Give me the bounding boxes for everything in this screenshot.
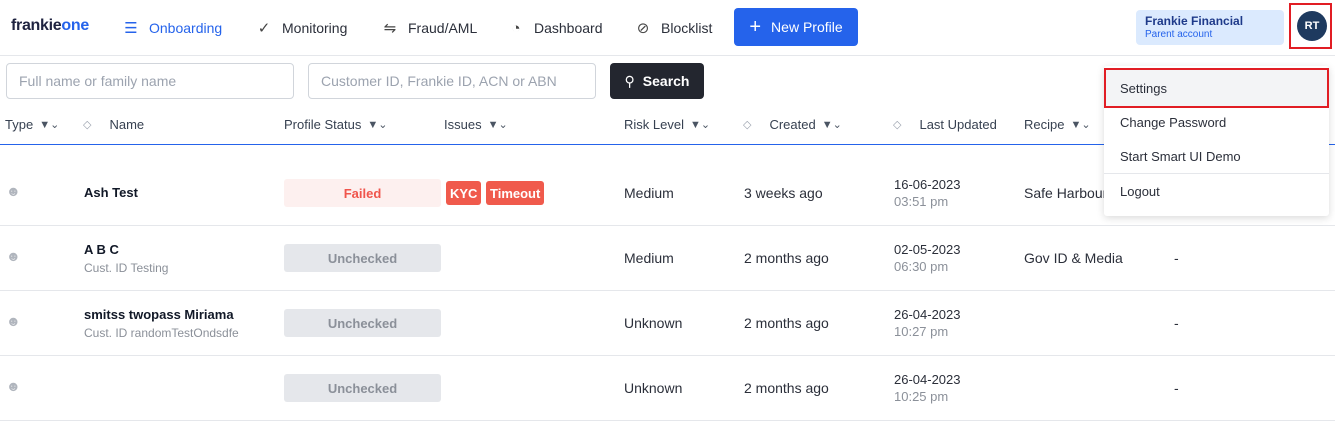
extra-column-value: -: [1174, 250, 1179, 266]
column-header-created[interactable]: ◇ Created ▼⌄: [743, 117, 842, 132]
table-row[interactable]: ☻ A B C Cust. ID Testing Unchecked Mediu…: [0, 226, 1335, 291]
created-date: 2 months ago: [744, 250, 829, 266]
status-badge: Failed: [284, 179, 441, 207]
menu-item-settings[interactable]: Settings: [1104, 68, 1329, 108]
search-button[interactable]: ⚲ Search: [610, 63, 704, 99]
table-row[interactable]: ☻ smitss twopass Miriama Cust. ID random…: [0, 291, 1335, 356]
updated-time: 10:25 pm: [894, 389, 949, 404]
filter-icon[interactable]: ▼⌄: [822, 118, 842, 131]
status-badge: Unchecked: [284, 244, 441, 272]
updated-time: 06:30 pm: [894, 259, 949, 274]
filter-icon[interactable]: ▼⌄: [1070, 118, 1090, 131]
recipe: Gov ID & Media: [1024, 250, 1123, 266]
frankieone-logo[interactable]: frankieone: [11, 17, 89, 35]
list-icon: ☰: [124, 20, 138, 37]
person-icon: ☻: [6, 248, 21, 264]
updated-date: 26-04-2023: [894, 307, 961, 322]
nav-blocklist[interactable]: ⊘ Blocklist: [635, 16, 713, 40]
filter-icon[interactable]: ▼⌄: [690, 118, 710, 131]
risk-level: Unknown: [624, 315, 683, 331]
issue-badge-kyc: KYC: [446, 181, 482, 205]
plus-icon: +: [749, 16, 762, 38]
filter-icon[interactable]: ▼⌄: [39, 118, 59, 131]
account-switcher[interactable]: Frankie Financial Parent account: [1136, 10, 1284, 45]
check-icon: ✓: [257, 20, 271, 37]
updated-time: 03:51 pm: [894, 194, 949, 209]
nav-onboarding[interactable]: ☰ Onboarding: [123, 16, 222, 40]
menu-item-logout[interactable]: Logout: [1104, 174, 1329, 208]
user-avatar-button[interactable]: RT: [1297, 11, 1327, 41]
risk-level: Unknown: [624, 380, 683, 396]
extra-column-value: -: [1174, 380, 1179, 396]
user-menu-dropdown: Settings Change Password Start Smart UI …: [1104, 66, 1329, 216]
search-icon: ⚲: [624, 72, 635, 89]
person-icon: ☻: [6, 378, 21, 394]
table-row[interactable]: ☻ Unchecked Unknown 2 months ago 26-04-2…: [0, 356, 1335, 421]
account-type: Parent account: [1145, 29, 1213, 40]
profile-name: A B C: [84, 242, 119, 257]
person-icon: ☻: [6, 183, 21, 199]
new-profile-button[interactable]: + New Profile: [734, 8, 858, 46]
filter-icon[interactable]: ▼⌄: [367, 118, 387, 131]
sort-icon[interactable]: ◇: [743, 118, 751, 131]
column-header-risk-level: Risk Level ▼⌄: [624, 117, 711, 132]
column-header-last-updated[interactable]: ◇ Last Updated: [893, 117, 997, 132]
swap-icon: ⇋: [383, 20, 397, 37]
sort-icon[interactable]: ◇: [893, 118, 901, 131]
nav-dashboard[interactable]: ◔ Dashboard: [508, 16, 602, 40]
extra-column-value: -: [1174, 315, 1179, 331]
column-header-recipe: Recipe ▼⌄: [1024, 117, 1091, 132]
risk-level: Medium: [624, 185, 674, 201]
nav-monitoring[interactable]: ✓ Monitoring: [256, 16, 348, 40]
created-date: 2 months ago: [744, 315, 829, 331]
risk-level: Medium: [624, 250, 674, 266]
customer-id: Cust. ID Testing: [84, 261, 169, 275]
recipe: Safe Harbour: [1024, 185, 1108, 201]
account-name: Frankie Financial: [1145, 14, 1244, 28]
column-header-name[interactable]: ◇ Name: [83, 117, 144, 132]
updated-date: 26-04-2023: [894, 372, 961, 387]
menu-item-change-password[interactable]: Change Password: [1104, 105, 1329, 139]
nav-fraud-aml[interactable]: ⇋ Fraud/AML: [382, 16, 478, 40]
block-icon: ⊘: [636, 20, 650, 37]
pie-chart-icon: ◔: [511, 19, 521, 37]
profile-name: Ash Test: [84, 185, 138, 200]
column-header-issues: Issues ▼⌄: [444, 117, 508, 132]
avatar-highlight: RT: [1289, 3, 1332, 49]
name-search-input[interactable]: [6, 63, 294, 99]
id-search-input[interactable]: [308, 63, 596, 99]
status-badge: Unchecked: [284, 374, 441, 402]
customer-id: Cust. ID randomTestOndsdfe: [84, 326, 239, 340]
updated-time: 10:27 pm: [894, 324, 949, 339]
updated-date: 16-06-2023: [894, 177, 961, 192]
filter-icon[interactable]: ▼⌄: [488, 118, 508, 131]
sort-icon[interactable]: ◇: [83, 118, 91, 131]
column-header-type: Type ▼⌄: [5, 117, 60, 132]
created-date: 2 months ago: [744, 380, 829, 396]
column-header-profile-status: Profile Status ▼⌄: [284, 117, 388, 132]
person-icon: ☻: [6, 313, 21, 329]
created-date: 3 weeks ago: [744, 185, 823, 201]
profile-name: smitss twopass Miriama: [84, 307, 234, 322]
status-badge: Unchecked: [284, 309, 441, 337]
menu-item-start-smart-ui-demo[interactable]: Start Smart UI Demo: [1104, 139, 1329, 173]
top-navigation: frankieone ☰ Onboarding ✓ Monitoring ⇋ F…: [0, 0, 1335, 56]
updated-date: 02-05-2023: [894, 242, 961, 257]
issue-badge-timeout: Timeout: [486, 181, 545, 205]
